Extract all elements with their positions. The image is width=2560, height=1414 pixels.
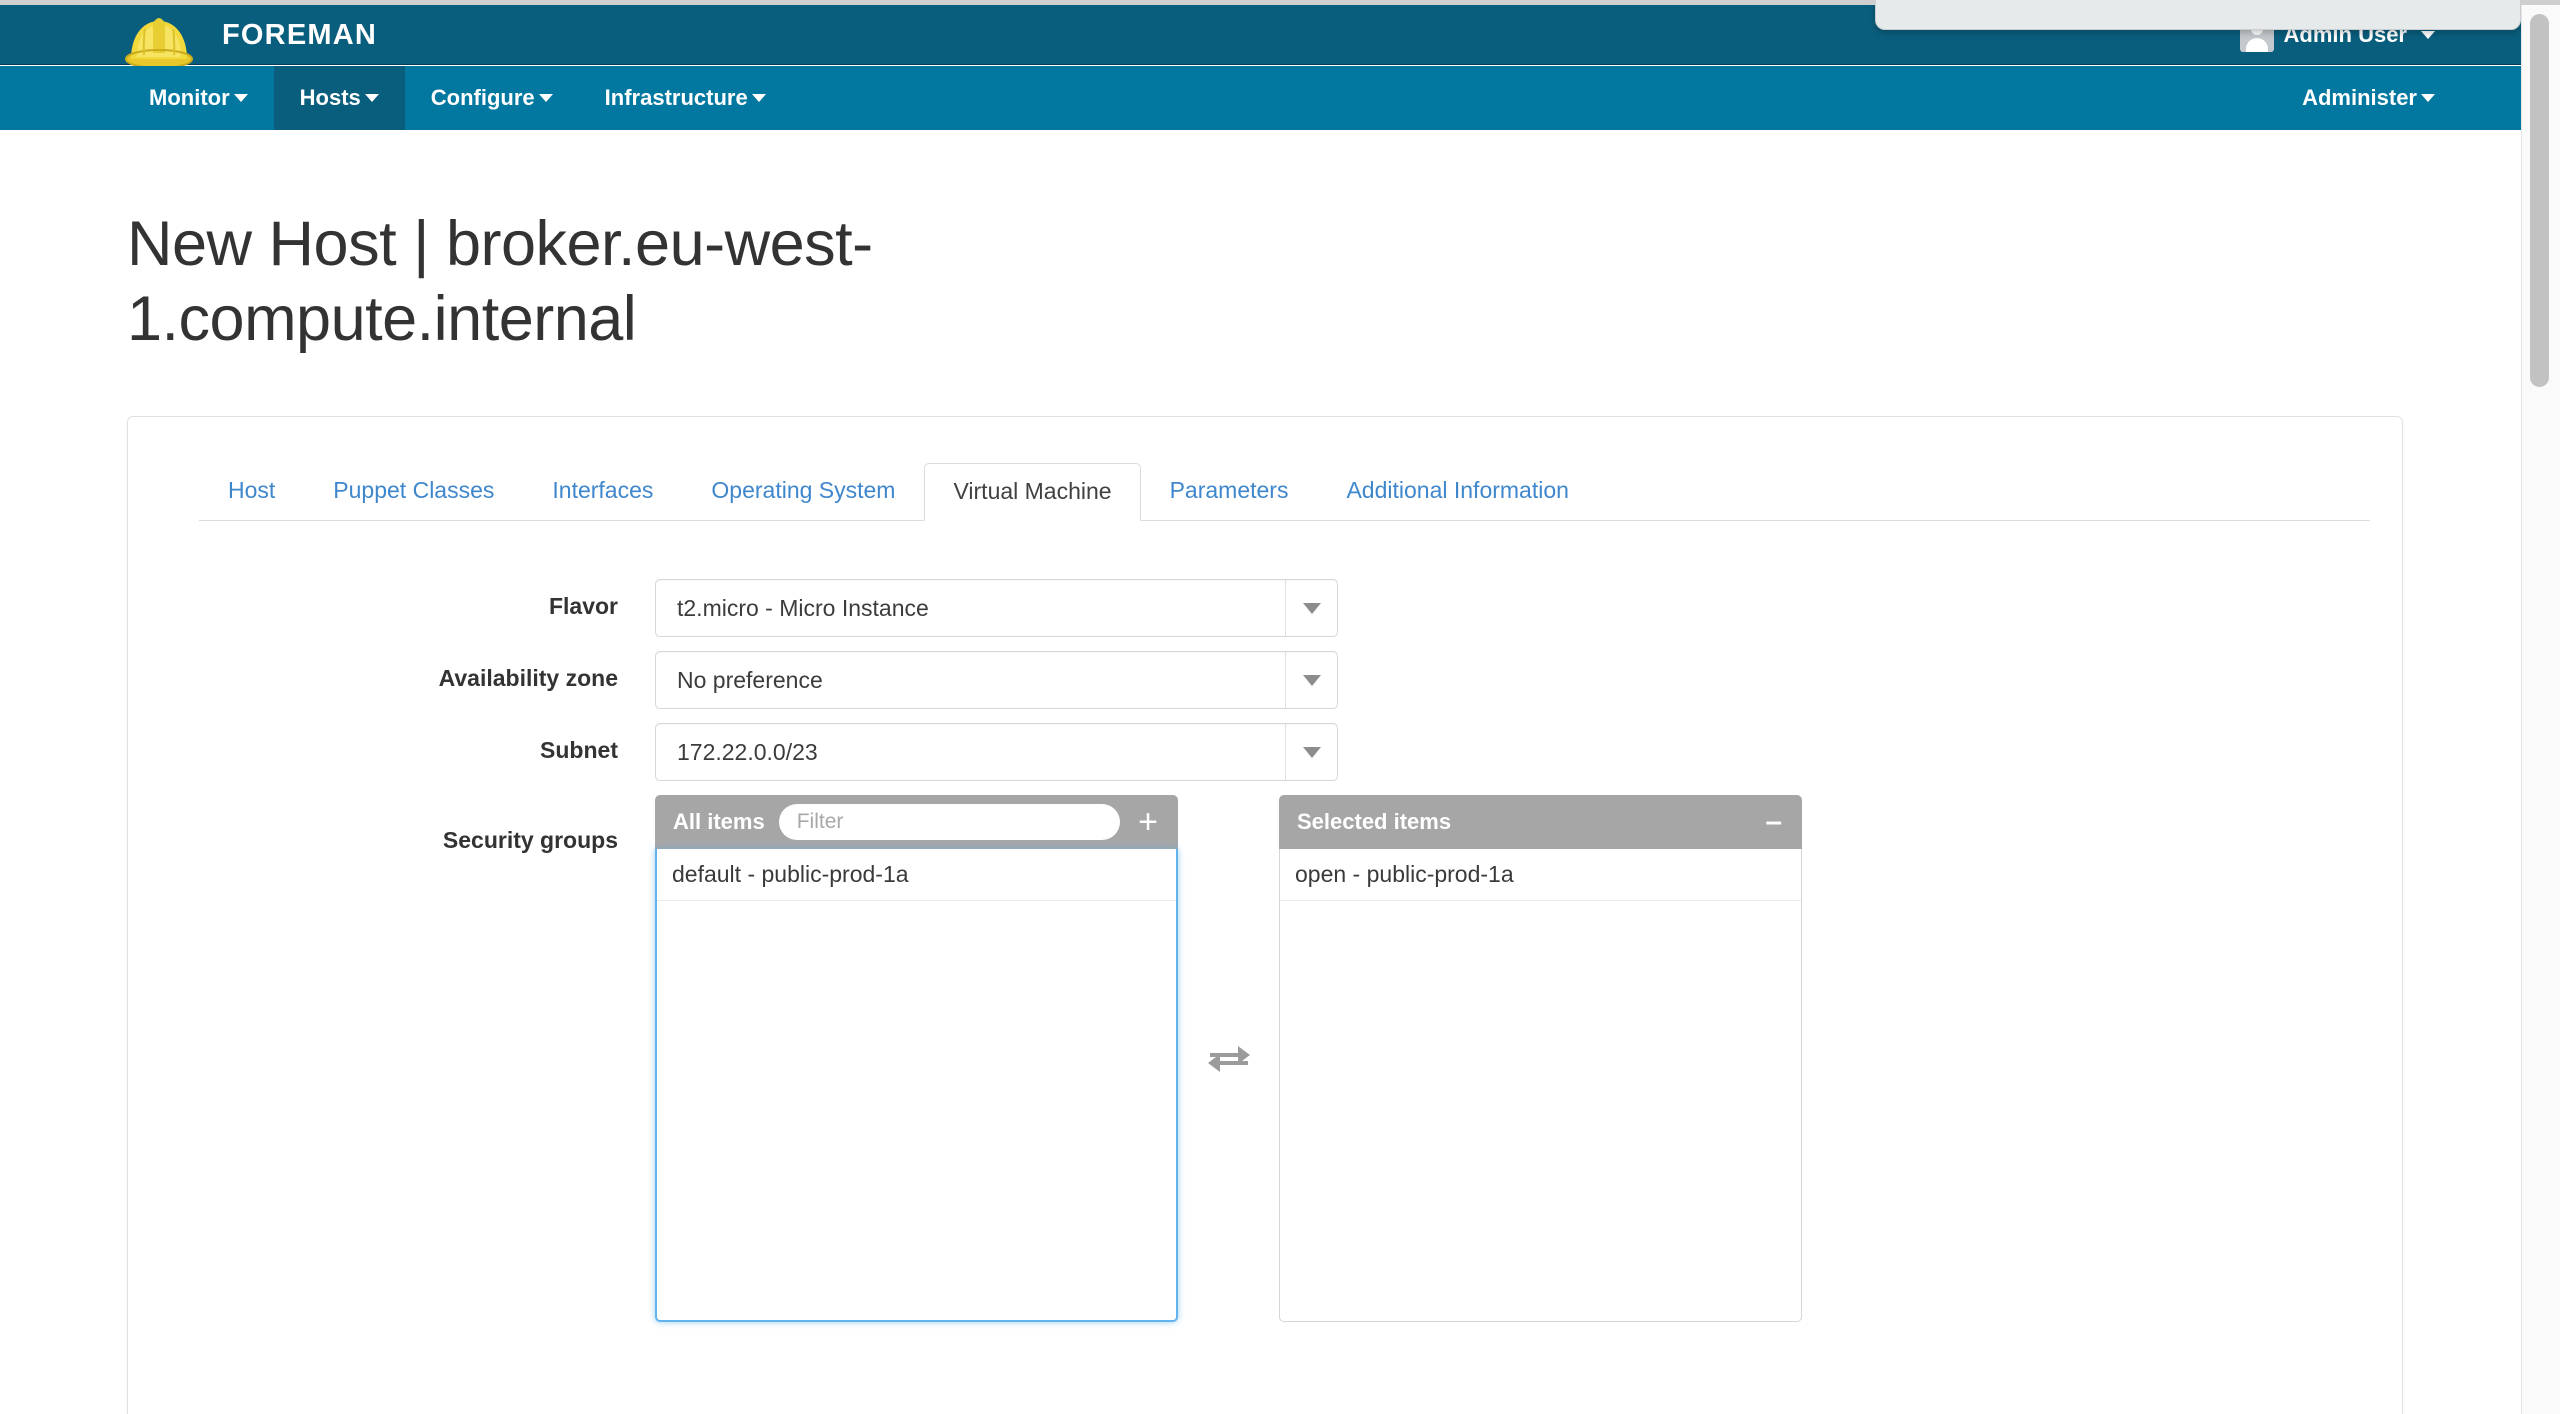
- tab-parameters[interactable]: Parameters: [1141, 462, 1318, 520]
- nav-item-administer[interactable]: Administer: [2302, 66, 2435, 130]
- chevron-down-icon: [2421, 31, 2435, 39]
- availability-zone-label: Availability zone: [438, 665, 618, 691]
- chevron-down-icon: [364, 94, 379, 102]
- chevron-down-icon: [1302, 746, 1321, 758]
- tab-bar: Host Puppet Classes Interfaces Operating…: [199, 457, 2370, 521]
- exchange-arrows-icon[interactable]: [1206, 1042, 1252, 1076]
- page-title: New Host | broker.eu-west-1.compute.inte…: [127, 209, 873, 354]
- flavor-selected-value: t2.micro - Micro Instance: [677, 594, 929, 621]
- selected-items-title: Selected items: [1297, 809, 1452, 834]
- list-item[interactable]: default - public-prod-1a: [657, 849, 1176, 901]
- nav-item-label: Monitor: [149, 85, 230, 110]
- all-items-filter-input[interactable]: [778, 804, 1121, 840]
- chevron-down-icon: [2421, 94, 2435, 102]
- selected-items-panel: Selected items – open - public-prod-1a: [1279, 795, 1802, 1322]
- nav-items: Monitor Hosts Configure Infrastructure: [123, 66, 792, 130]
- security-groups-label: Security groups: [442, 827, 618, 853]
- add-item-button[interactable]: +: [1134, 805, 1162, 839]
- all-items-header: All items +: [655, 795, 1178, 849]
- subnet-select[interactable]: 172.22.0.0/23: [655, 723, 1338, 781]
- availability-zone-dropdown-arrow[interactable]: [1285, 652, 1337, 708]
- flavor-select[interactable]: t2.micro - Micro Instance: [655, 579, 1338, 637]
- remove-item-button[interactable]: –: [1761, 807, 1786, 837]
- nav-item-label: Infrastructure: [604, 85, 748, 110]
- security-groups-dual-list: All items + default - public-prod-1a: [655, 795, 1802, 1322]
- tab-puppet-classes[interactable]: Puppet Classes: [304, 462, 523, 520]
- page-scrollbar[interactable]: [2521, 5, 2560, 1414]
- form-row-flavor: Flavor t2.micro - Micro Instance: [128, 579, 2402, 637]
- virtual-machine-card: Host Puppet Classes Interfaces Operating…: [127, 416, 2403, 1414]
- flavor-label: Flavor: [548, 593, 618, 619]
- subnet-selected-value: 172.22.0.0/23: [677, 738, 818, 765]
- list-item[interactable]: open - public-prod-1a: [1280, 849, 1801, 901]
- form-row-security-groups: Security groups All items + default - pu…: [128, 795, 2402, 1322]
- selected-items-list[interactable]: open - public-prod-1a: [1279, 849, 1802, 1322]
- brand-name[interactable]: FOREMAN: [222, 5, 377, 65]
- hardhat-icon[interactable]: [123, 3, 195, 71]
- form-row-subnet: Subnet 172.22.0.0/23: [128, 723, 2402, 781]
- subnet-label: Subnet: [540, 737, 618, 763]
- nav-item-label: Administer: [2302, 85, 2417, 110]
- main-nav-bar: Monitor Hosts Configure Infrastructure A…: [0, 66, 2521, 130]
- tab-additional-information[interactable]: Additional Information: [1317, 462, 1597, 520]
- window-top-edge-right: [2521, 0, 2560, 5]
- selected-items-header: Selected items –: [1279, 795, 1802, 849]
- page-body: New Host | broker.eu-west-1.compute.inte…: [0, 130, 2521, 1414]
- tab-interfaces[interactable]: Interfaces: [523, 462, 682, 520]
- tab-host[interactable]: Host: [199, 462, 304, 520]
- nav-item-infrastructure[interactable]: Infrastructure: [579, 66, 792, 130]
- availability-zone-select[interactable]: No preference: [655, 651, 1338, 709]
- overlay-popup-panel: [1875, 0, 2521, 30]
- all-items-list[interactable]: default - public-prod-1a: [655, 849, 1178, 1322]
- nav-item-label: Configure: [430, 85, 535, 110]
- nav-item-label: Hosts: [299, 85, 361, 110]
- chevron-down-icon: [1302, 674, 1321, 686]
- app-screen: FOREMAN Admin User Monitor Hosts Configu…: [0, 0, 2560, 1414]
- flavor-dropdown-arrow[interactable]: [1285, 580, 1337, 636]
- form-row-availability-zone: Availability zone No preference: [128, 651, 2402, 709]
- subnet-dropdown-arrow[interactable]: [1285, 724, 1337, 780]
- page-scrollbar-thumb[interactable]: [2530, 14, 2549, 387]
- swap-zone: [1178, 795, 1279, 1322]
- chevron-down-icon: [1302, 602, 1321, 614]
- tab-virtual-machine[interactable]: Virtual Machine: [924, 462, 1141, 521]
- nav-item-monitor[interactable]: Monitor: [123, 66, 274, 130]
- nav-item-configure[interactable]: Configure: [405, 66, 579, 130]
- nav-item-hosts[interactable]: Hosts: [273, 66, 405, 130]
- chevron-down-icon: [751, 94, 766, 102]
- tab-operating-system[interactable]: Operating System: [682, 462, 924, 520]
- all-items-panel: All items + default - public-prod-1a: [655, 795, 1178, 1322]
- chevron-down-icon: [233, 94, 248, 102]
- window-top-edge-left: [0, 0, 1875, 5]
- chevron-down-icon: [538, 94, 553, 102]
- all-items-title: All items: [673, 809, 765, 834]
- availability-zone-selected-value: No preference: [677, 666, 823, 693]
